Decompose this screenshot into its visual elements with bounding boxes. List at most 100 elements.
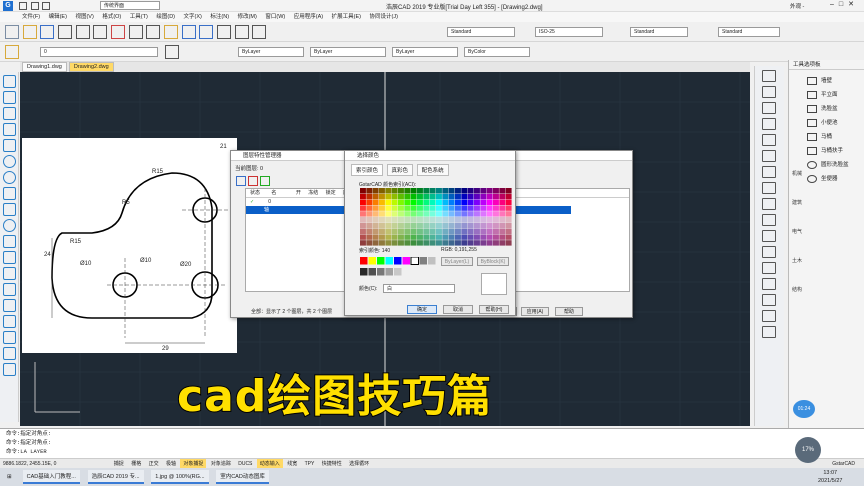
menu-draw[interactable]: 绘图(D) <box>156 12 175 22</box>
aci-swatch[interactable] <box>410 193 417 200</box>
aci-swatch[interactable] <box>467 228 474 234</box>
ellipse-icon[interactable] <box>3 219 16 232</box>
aci-swatch[interactable] <box>398 199 404 205</box>
aci-swatch[interactable] <box>385 199 392 205</box>
aci-swatch[interactable] <box>366 240 373 246</box>
aci-swatch[interactable] <box>404 193 411 200</box>
save-icon[interactable] <box>40 25 55 39</box>
undo-icon[interactable] <box>181 25 196 39</box>
aci-swatch[interactable] <box>391 217 398 223</box>
aci-swatch[interactable] <box>398 205 404 211</box>
aci-swatch[interactable] <box>474 188 480 194</box>
aci-swatch[interactable] <box>429 217 436 223</box>
aci-swatch[interactable] <box>442 240 449 246</box>
menu-dimension[interactable]: 标注(N) <box>210 12 229 22</box>
array-icon[interactable] <box>762 134 776 146</box>
menu-apps[interactable]: 应用程序(A) <box>294 12 323 22</box>
aci-swatch[interactable] <box>360 222 366 229</box>
tab-true-color[interactable]: 真彩色 <box>386 164 414 176</box>
cut-icon[interactable] <box>111 25 126 39</box>
aci-swatch[interactable] <box>448 199 455 205</box>
aci-swatch[interactable] <box>505 193 512 200</box>
palette-item-toilet-rail[interactable]: 马桶扶手 <box>789 144 864 158</box>
aci-swatch[interactable] <box>391 222 398 229</box>
aci-swatch[interactable] <box>372 217 379 223</box>
aci-swatch[interactable] <box>493 217 499 223</box>
aci-swatch[interactable] <box>480 217 487 223</box>
aci-swatch[interactable] <box>474 205 480 211</box>
aci-swatch[interactable] <box>391 199 398 205</box>
aci-swatch[interactable] <box>404 205 411 211</box>
lineweight-select[interactable]: ByLayer <box>392 47 458 57</box>
aci-swatch[interactable] <box>448 193 455 200</box>
aci-swatch[interactable] <box>455 222 461 229</box>
properties-icon[interactable] <box>252 25 267 39</box>
aci-swatch[interactable] <box>385 211 392 217</box>
copy-icon[interactable] <box>128 25 143 39</box>
aci-swatch[interactable] <box>505 234 512 240</box>
aci-swatch[interactable] <box>391 211 398 217</box>
aci-swatch[interactable] <box>391 234 398 240</box>
aci-swatch[interactable] <box>436 193 442 200</box>
aci-swatch[interactable] <box>410 211 417 217</box>
construction-line-icon[interactable] <box>3 91 16 104</box>
aci-swatch[interactable] <box>417 211 423 217</box>
aci-swatch[interactable] <box>385 217 392 223</box>
aci-swatch[interactable] <box>486 217 493 223</box>
aci-swatch[interactable] <box>448 234 455 240</box>
aci-swatch[interactable] <box>499 228 506 234</box>
stretch-icon[interactable] <box>762 198 776 210</box>
spline-icon[interactable] <box>3 203 16 216</box>
aci-swatch[interactable] <box>467 211 474 217</box>
aci-swatch[interactable] <box>417 234 423 240</box>
aci-swatch[interactable] <box>436 217 442 223</box>
side-tab-civil[interactable]: 土木 <box>792 257 802 266</box>
aci-swatch[interactable] <box>455 211 461 217</box>
aci-swatch[interactable] <box>499 211 506 217</box>
match-prop-icon[interactable] <box>164 25 179 39</box>
aci-swatch[interactable] <box>461 211 468 217</box>
layer-prev-icon[interactable] <box>165 45 179 59</box>
aci-swatch[interactable] <box>486 234 493 240</box>
gray-swatch[interactable] <box>402 268 411 276</box>
aci-swatch[interactable] <box>404 234 411 240</box>
layer-select[interactable]: 0 <box>40 47 158 57</box>
aci-swatch[interactable] <box>455 193 461 200</box>
aci-swatch[interactable] <box>448 222 455 229</box>
aci-swatch[interactable] <box>455 199 461 205</box>
aci-swatch[interactable] <box>410 205 417 211</box>
aci-swatch[interactable] <box>442 205 449 211</box>
delete-layer-icon[interactable] <box>248 176 258 186</box>
aci-swatch[interactable] <box>467 217 474 223</box>
zoom-icon[interactable] <box>234 25 249 39</box>
aci-swatch[interactable] <box>366 211 373 217</box>
side-tab-structure[interactable]: 结构 <box>792 286 802 295</box>
aci-swatch[interactable] <box>385 205 392 211</box>
palette-item-washbasin[interactable]: 洗脸盆 <box>789 102 864 116</box>
mleader-style-select[interactable]: Standard <box>718 27 780 37</box>
aci-swatch[interactable] <box>493 193 499 200</box>
aci-swatch[interactable] <box>461 205 468 211</box>
aci-swatch[interactable] <box>499 205 506 211</box>
layer-manager-icon[interactable] <box>5 45 19 59</box>
aci-swatch[interactable] <box>442 211 449 217</box>
aci-swatch[interactable] <box>423 199 430 205</box>
break-icon[interactable] <box>762 246 776 258</box>
aci-swatch[interactable] <box>404 217 411 223</box>
aci-swatch[interactable] <box>385 228 392 234</box>
gray-swatch[interactable] <box>360 268 368 276</box>
aci-swatch[interactable] <box>505 205 512 211</box>
aci-swatch[interactable] <box>442 222 449 229</box>
aci-swatch[interactable] <box>423 211 430 217</box>
aci-swatch[interactable] <box>442 199 449 205</box>
aci-swatch[interactable] <box>505 222 512 229</box>
trim-icon[interactable] <box>762 214 776 226</box>
aci-swatch[interactable] <box>423 188 430 194</box>
set-current-icon[interactable] <box>260 176 270 186</box>
aci-swatch[interactable] <box>442 188 449 194</box>
aci-swatch[interactable] <box>429 205 436 211</box>
palette-item-round-basin[interactable]: 圆形洗脸盆 <box>789 158 864 172</box>
aci-swatch[interactable] <box>486 211 493 217</box>
standard-color-swatches[interactable] <box>360 257 440 277</box>
tab-index-color[interactable]: 索引颜色 <box>351 164 384 176</box>
